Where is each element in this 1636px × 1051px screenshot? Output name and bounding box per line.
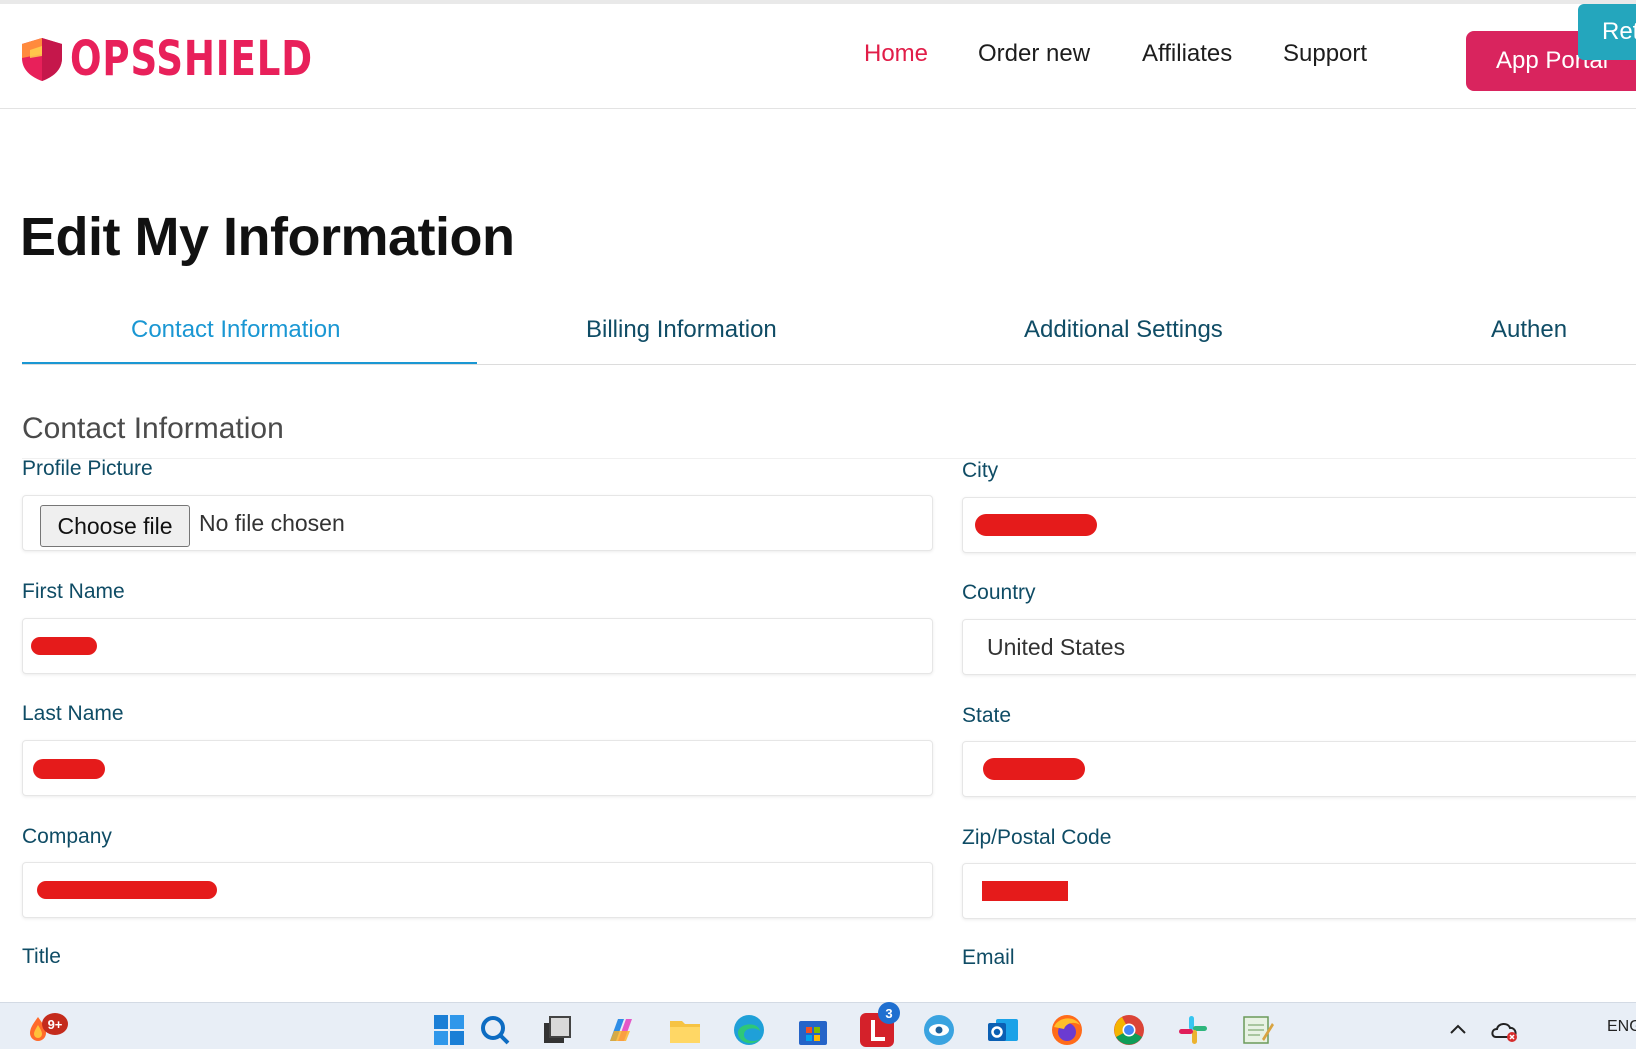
nav-support[interactable]: Support	[1283, 40, 1367, 68]
redaction-mark	[33, 759, 105, 779]
state-label: State	[962, 704, 1012, 727]
section-divider	[22, 458, 1636, 459]
app-badge: 3	[878, 1002, 900, 1024]
active-tab-indicator	[22, 362, 477, 364]
chrome-icon[interactable]	[1112, 1013, 1146, 1047]
file-status-text: No file chosen	[199, 510, 345, 536]
file-explorer-icon[interactable]	[668, 1013, 702, 1047]
first-name-input[interactable]	[22, 618, 933, 674]
country-value: United States	[987, 634, 1126, 660]
redaction-mark	[37, 881, 217, 899]
search-icon[interactable]	[478, 1013, 512, 1047]
site-header: OPSSHIELD Home Order new Affiliates Supp…	[0, 4, 1636, 109]
company-input[interactable]	[22, 862, 933, 918]
brand-logo[interactable]: OPSSHIELD	[20, 34, 352, 84]
tab-billing-information[interactable]: Billing Information	[586, 316, 777, 344]
zip-label: Zip/Postal Code	[962, 826, 1112, 849]
email-label: Email	[962, 946, 1015, 969]
chevron-up-icon[interactable]	[1448, 1021, 1468, 1037]
country-select[interactable]: United States	[962, 619, 1636, 675]
country-label: Country	[962, 581, 1036, 604]
redaction-mark	[982, 881, 1068, 901]
profile-picture-field: Choose file No file chosen	[22, 495, 933, 551]
company-label: Company	[22, 825, 112, 848]
microsoft-store-icon[interactable]	[796, 1013, 830, 1047]
choose-file-button[interactable]: Choose file	[40, 505, 190, 547]
slack-icon[interactable]	[1176, 1013, 1210, 1047]
redaction-mark	[31, 637, 97, 655]
language-indicator[interactable]: ENG	[1607, 1018, 1636, 1036]
zip-input[interactable]	[962, 863, 1636, 919]
shield-logo-icon	[22, 38, 62, 81]
redaction-mark	[975, 514, 1097, 536]
tab-authentication[interactable]: Authen	[1491, 316, 1567, 344]
eye-app-icon[interactable]	[922, 1013, 956, 1047]
tab-contact-information[interactable]: Contact Information	[131, 316, 340, 344]
title-label: Title	[22, 945, 61, 968]
state-input[interactable]	[962, 741, 1636, 797]
nav-home[interactable]: Home	[864, 40, 928, 68]
profile-picture-label: Profile Picture	[22, 457, 153, 480]
edge-browser-icon[interactable]	[732, 1013, 766, 1047]
tab-bar: Contact Information Billing Information …	[22, 300, 1636, 365]
ret-button[interactable]: Ret	[1578, 4, 1636, 60]
onedrive-error-icon[interactable]	[1490, 1019, 1520, 1043]
taskbar: 9+ 3	[0, 1002, 1636, 1049]
page-title: Edit My Information	[20, 207, 515, 267]
nav-affiliates[interactable]: Affiliates	[1142, 40, 1232, 68]
outlook-icon[interactable]	[986, 1013, 1020, 1047]
last-name-label: Last Name	[22, 702, 124, 725]
nav-order-new[interactable]: Order new	[978, 40, 1090, 68]
last-name-input[interactable]	[22, 740, 933, 796]
redaction-mark	[983, 758, 1085, 780]
brand-name: OPSSHIELD	[70, 31, 313, 87]
task-view-icon[interactable]	[540, 1013, 574, 1047]
tab-additional-settings[interactable]: Additional Settings	[1024, 316, 1223, 344]
first-name-label: First Name	[22, 580, 125, 603]
notepad-icon[interactable]	[1240, 1013, 1274, 1047]
copilot-icon[interactable]	[604, 1013, 638, 1047]
city-label: City	[962, 459, 999, 482]
firefox-icon[interactable]	[1050, 1013, 1084, 1047]
city-input[interactable]	[962, 497, 1636, 553]
notification-badge: 9+	[42, 1013, 68, 1035]
section-title: Contact Information	[22, 412, 284, 445]
windows-start-icon[interactable]	[432, 1013, 466, 1047]
